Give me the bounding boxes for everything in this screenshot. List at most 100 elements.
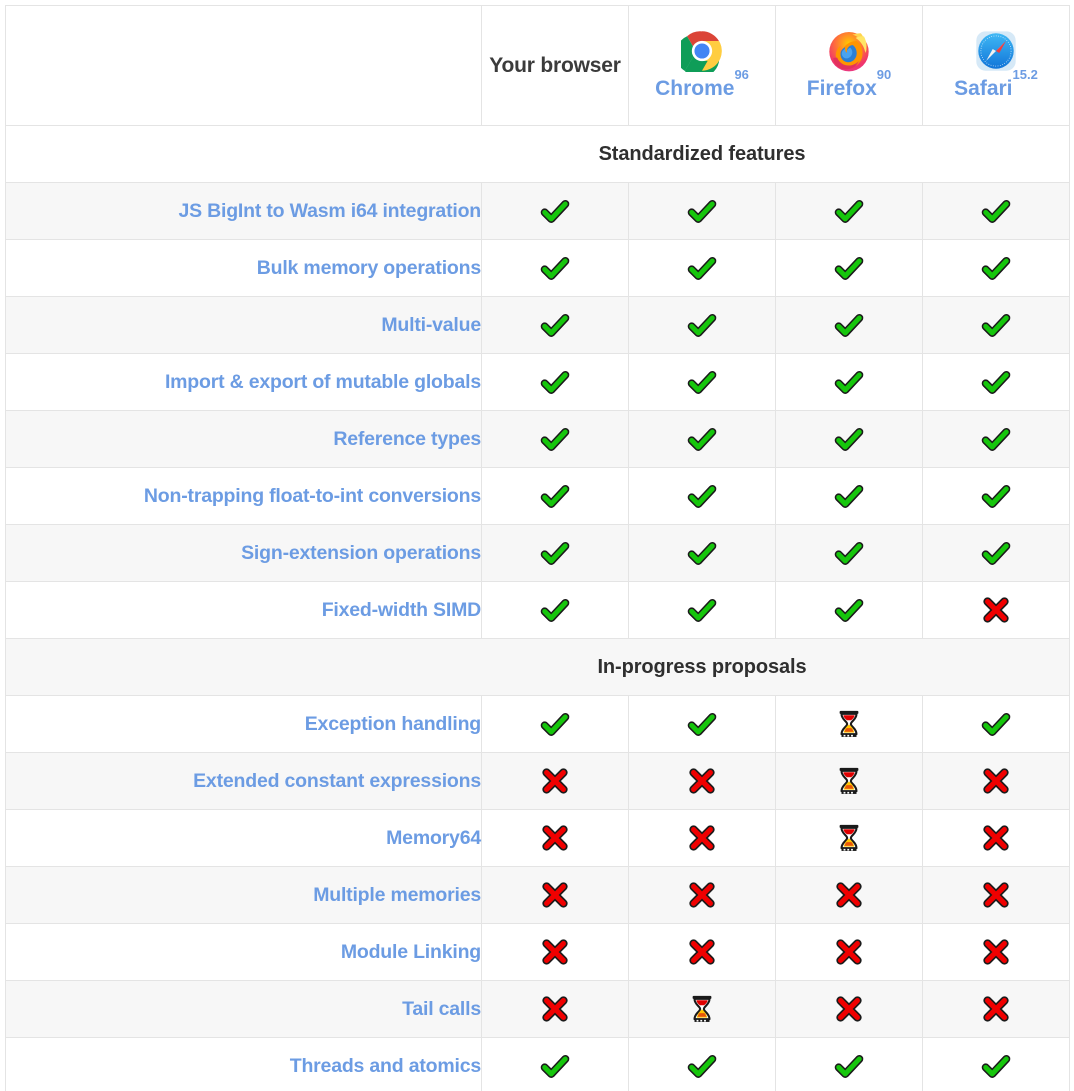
feature-name-cell[interactable]: Import & export of mutable globals	[5, 353, 482, 411]
cross-mark-icon	[687, 937, 717, 967]
check-mark-icon	[981, 709, 1011, 739]
check-mark-icon	[834, 196, 864, 226]
feature-link[interactable]: Fixed-width SIMD	[322, 599, 481, 621]
table-row: JS BigInt to Wasm i64 integration	[5, 182, 1070, 240]
hourglass-icon	[834, 709, 864, 739]
table-row: Fixed-width SIMD	[5, 581, 1070, 639]
support-cell-chrome	[628, 752, 776, 810]
check-mark-icon	[687, 595, 717, 625]
feature-name-cell[interactable]: Fixed-width SIMD	[5, 581, 482, 639]
feature-name-cell[interactable]: Multiple memories	[5, 866, 482, 924]
cross-mark-icon	[834, 880, 864, 910]
feature-name-cell[interactable]: Tail calls	[5, 980, 482, 1038]
feature-name-cell[interactable]: Memory64	[5, 809, 482, 867]
support-cell-yours	[481, 296, 629, 354]
cross-mark-icon	[981, 937, 1011, 967]
feature-link[interactable]: Sign-extension operations	[241, 542, 481, 564]
cross-mark-icon	[687, 766, 717, 796]
support-cell-chrome	[628, 410, 776, 468]
check-mark-icon	[687, 709, 717, 739]
feature-name-cell[interactable]: Threads and atomics	[5, 1037, 482, 1091]
firefox-label: Firefox90	[806, 67, 892, 101]
support-cell-firefox	[775, 296, 923, 354]
feature-name-cell[interactable]: Non-trapping float-to-int conversions	[5, 467, 482, 525]
feature-name-cell[interactable]: Exception handling	[5, 695, 482, 753]
check-mark-icon	[540, 196, 570, 226]
feature-link[interactable]: JS BigInt to Wasm i64 integration	[178, 200, 481, 222]
feature-link[interactable]: Extended constant expressions	[193, 770, 481, 792]
chrome-label: Chrome96	[655, 67, 749, 101]
table-body: Standardized features JS BigInt to Wasm i…	[5, 125, 1070, 1091]
support-cell-firefox	[775, 923, 923, 981]
table-header: Your browser Chrome96 Firefox90 Safari15…	[5, 5, 1070, 126]
support-cell-firefox	[775, 866, 923, 924]
check-mark-icon	[981, 253, 1011, 283]
feature-link[interactable]: Memory64	[386, 827, 481, 849]
feature-name-cell[interactable]: JS BigInt to Wasm i64 integration	[5, 182, 482, 240]
support-cell-yours	[481, 923, 629, 981]
support-cell-firefox	[775, 353, 923, 411]
header-cell-chrome[interactable]: Chrome96	[628, 5, 776, 126]
check-mark-icon	[981, 367, 1011, 397]
check-mark-icon	[687, 424, 717, 454]
feature-link[interactable]: Multi-value	[381, 314, 481, 336]
support-cell-yours	[481, 467, 629, 525]
table-row: Threads and atomics	[5, 1037, 1070, 1091]
feature-name-cell[interactable]: Reference types	[5, 410, 482, 468]
cross-mark-icon	[540, 766, 570, 796]
cross-mark-icon	[981, 766, 1011, 796]
section-header-cell: Standardized features	[5, 125, 1070, 183]
support-cell-firefox	[775, 239, 923, 297]
support-cell-chrome	[628, 524, 776, 582]
check-mark-icon	[981, 481, 1011, 511]
table-row: Memory64	[5, 809, 1070, 867]
header-cell-firefox[interactable]: Firefox90	[775, 5, 923, 126]
support-cell-safari	[922, 752, 1070, 810]
feature-link[interactable]: Non-trapping float-to-int conversions	[144, 485, 481, 507]
support-cell-yours	[481, 866, 629, 924]
feature-name-cell[interactable]: Multi-value	[5, 296, 482, 354]
check-mark-icon	[834, 310, 864, 340]
check-mark-icon	[834, 481, 864, 511]
feature-name-cell[interactable]: Bulk memory operations	[5, 239, 482, 297]
cross-mark-icon	[834, 937, 864, 967]
feature-link[interactable]: Reference types	[333, 428, 481, 450]
support-cell-chrome	[628, 695, 776, 753]
cross-mark-icon	[540, 937, 570, 967]
feature-link[interactable]: Import & export of mutable globals	[165, 371, 481, 393]
table-row: Import & export of mutable globals	[5, 353, 1070, 411]
support-cell-chrome	[628, 980, 776, 1038]
check-mark-icon	[687, 367, 717, 397]
firefox-version: 90	[876, 67, 892, 83]
cross-mark-icon	[540, 823, 570, 853]
support-cell-yours	[481, 239, 629, 297]
check-mark-icon	[540, 367, 570, 397]
support-cell-safari	[922, 1037, 1070, 1091]
support-cell-safari	[922, 239, 1070, 297]
check-mark-icon	[834, 424, 864, 454]
table-row: Exception handling	[5, 695, 1070, 753]
feature-name-cell[interactable]: Sign-extension operations	[5, 524, 482, 582]
feature-link[interactable]: Bulk memory operations	[257, 257, 481, 279]
check-mark-icon	[981, 1051, 1011, 1081]
table-row: Bulk memory operations	[5, 239, 1070, 297]
feature-link[interactable]: Module Linking	[341, 941, 481, 963]
feature-name-cell[interactable]: Module Linking	[5, 923, 482, 981]
support-cell-yours	[481, 980, 629, 1038]
feature-link[interactable]: Tail calls	[402, 998, 481, 1020]
feature-link[interactable]: Exception handling	[305, 713, 481, 735]
check-mark-icon	[540, 310, 570, 340]
feature-name-cell[interactable]: Extended constant expressions	[5, 752, 482, 810]
check-mark-icon	[540, 481, 570, 511]
support-cell-chrome	[628, 809, 776, 867]
table-row: Non-trapping float-to-int conversions	[5, 467, 1070, 525]
feature-link[interactable]: Multiple memories	[313, 884, 481, 906]
support-cell-yours	[481, 809, 629, 867]
header-cell-safari[interactable]: Safari15.2	[922, 5, 1070, 126]
support-cell-firefox	[775, 695, 923, 753]
support-cell-yours	[481, 695, 629, 753]
cross-mark-icon	[981, 823, 1011, 853]
cross-mark-icon	[540, 994, 570, 1024]
feature-link[interactable]: Threads and atomics	[290, 1055, 481, 1077]
table-row: Module Linking	[5, 923, 1070, 981]
